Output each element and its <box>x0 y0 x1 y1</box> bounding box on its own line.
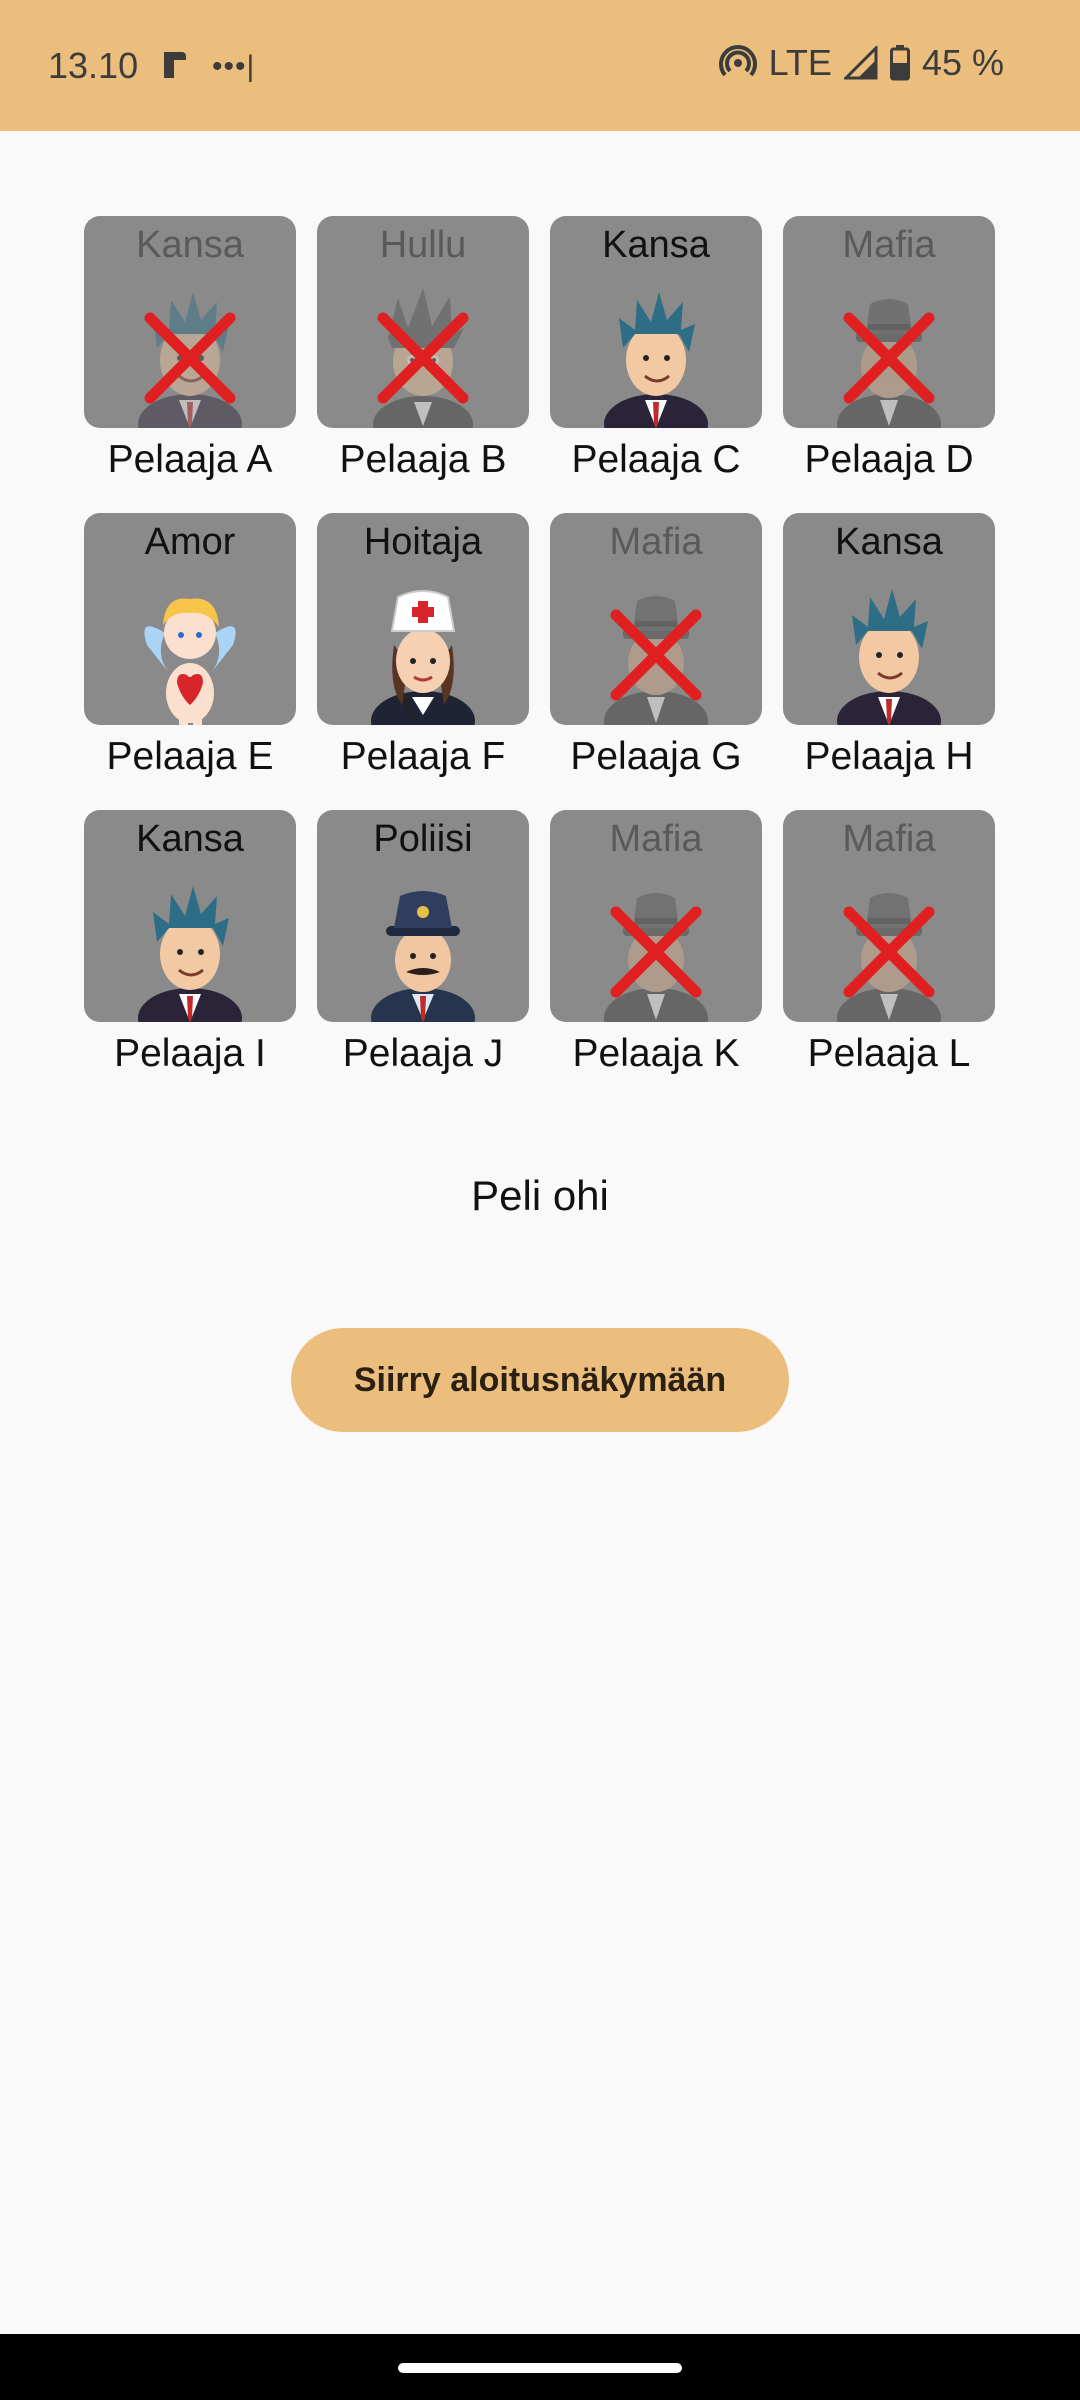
player-name-label: Pelaaja K <box>572 1032 740 1075</box>
player-role-label: Mafia <box>609 521 703 563</box>
player-role-label: Kansa <box>136 818 244 860</box>
battery-level: 45 % <box>921 42 1004 83</box>
player-role-label: Poliisi <box>373 818 473 860</box>
cupid-portrait-icon <box>144 598 236 725</box>
citizen-portrait-icon <box>604 292 708 428</box>
citizen-portrait-icon <box>837 589 941 725</box>
go-to-start-button[interactable]: Siirry aloitusnäkymään <box>291 1328 789 1432</box>
player-card[interactable]: Kansa Pelaaja I <box>84 810 296 1107</box>
player-card[interactable]: Mafia Pelaaja D <box>783 216 995 513</box>
network-type: LTE <box>768 42 832 83</box>
signal-icon <box>843 46 878 80</box>
player-role-label: Mafia <box>609 818 703 860</box>
player-card-tile[interactable]: Kansa <box>783 513 995 725</box>
status-time: 13.10 <box>48 45 139 86</box>
player-card-tile[interactable]: Mafia <box>783 216 995 428</box>
eliminated-cross-icon <box>843 312 935 404</box>
police-portrait-icon <box>371 891 475 1022</box>
player-card[interactable]: Amor Pelaaja E <box>84 513 296 810</box>
player-card-tile[interactable]: Kansa <box>550 216 762 428</box>
player-card[interactable]: Hoitaja Pelaaja F <box>317 513 529 810</box>
player-card[interactable]: Hullu Pelaaja B <box>317 216 529 513</box>
player-card-tile[interactable]: Kansa <box>84 216 296 428</box>
player-role-label: Mafia <box>842 224 936 266</box>
eliminated-cross-icon <box>843 906 935 998</box>
player-card[interactable]: Kansa Pelaaja C <box>550 216 762 513</box>
player-role-label: Mafia <box>842 818 936 860</box>
status-bar: 13.10 •••| LTE 45 % <box>0 0 1080 131</box>
more-dots-icon: •••| <box>212 50 256 83</box>
player-name-label: Pelaaja J <box>342 1032 504 1075</box>
player-card[interactable]: Kansa Pelaaja A <box>84 216 296 513</box>
player-name-label: Pelaaja G <box>570 735 742 778</box>
player-name-label: Pelaaja B <box>339 438 507 481</box>
eliminated-cross-icon <box>377 312 469 404</box>
player-card-tile[interactable]: Hoitaja <box>317 513 529 725</box>
player-role-label: Hoitaja <box>363 521 483 563</box>
player-card-tile[interactable]: Mafia <box>783 810 995 1022</box>
eliminated-cross-icon <box>610 609 702 701</box>
player-card-tile[interactable]: Mafia <box>550 810 762 1022</box>
player-card-tile[interactable]: Kansa <box>84 810 296 1022</box>
player-role-label: Kansa <box>136 224 244 266</box>
player-card-tile[interactable]: Hullu <box>317 216 529 428</box>
eliminated-cross-icon <box>610 906 702 998</box>
player-card[interactable]: Mafia Pelaaja K <box>550 810 762 1107</box>
player-name-label: Pelaaja D <box>804 438 974 481</box>
citizen-portrait-icon <box>138 886 242 1022</box>
player-name-label: Pelaaja C <box>571 438 741 481</box>
player-card[interactable]: Kansa Pelaaja H <box>783 513 995 810</box>
eliminated-cross-icon <box>144 312 236 404</box>
app-notification-icon <box>164 52 186 78</box>
player-role-label: Kansa <box>835 521 943 563</box>
game-status-text: Peli ohi <box>471 1172 609 1219</box>
player-name-label: Pelaaja F <box>340 735 506 778</box>
navigation-bar <box>0 2334 1080 2400</box>
player-card-tile[interactable]: Amor <box>84 513 296 725</box>
player-name-label: Pelaaja H <box>804 735 974 778</box>
player-name-label: Pelaaja L <box>807 1032 971 1075</box>
player-card[interactable]: Mafia Pelaaja G <box>550 513 762 810</box>
player-name-label: Pelaaja A <box>107 438 273 481</box>
hotspot-icon <box>718 45 757 77</box>
home-gesture-handle[interactable] <box>398 2363 682 2373</box>
player-card-tile[interactable]: Mafia <box>550 513 762 725</box>
player-role-label: Hullu <box>379 224 467 266</box>
player-name-label: Pelaaja I <box>114 1032 266 1075</box>
player-role-label: Kansa <box>602 224 710 266</box>
player-card-tile[interactable]: Poliisi <box>317 810 529 1022</box>
player-name-label: Pelaaja E <box>106 735 274 778</box>
player-card[interactable]: Poliisi Pelaaja J <box>317 810 529 1107</box>
status-right-group: LTE 45 % <box>718 42 1004 84</box>
player-role-label: Amor <box>144 521 236 563</box>
player-card[interactable]: Mafia Pelaaja L <box>783 810 995 1107</box>
battery-icon <box>889 45 910 81</box>
nurse-portrait-icon <box>371 590 475 725</box>
